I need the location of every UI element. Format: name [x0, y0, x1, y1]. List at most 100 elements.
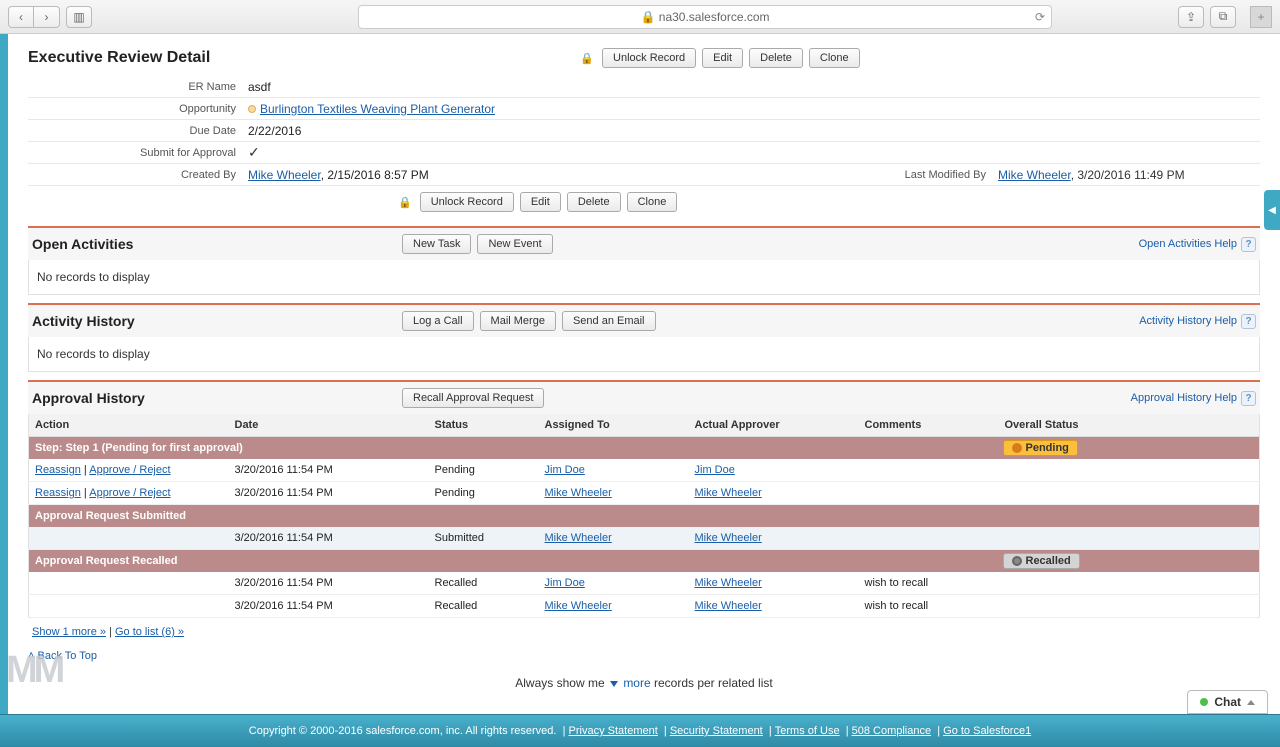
row-date: 3/20/2016 11:54 PM	[229, 572, 429, 595]
open-activities-section: Open Activities New Task New Event Open …	[28, 226, 1260, 295]
side-panel-toggle[interactable]	[1264, 190, 1280, 230]
help-icon[interactable]: ?	[1241, 391, 1256, 406]
recalled-badge: Recalled	[1003, 553, 1080, 569]
send-email-button[interactable]: Send an Email	[562, 311, 656, 331]
row-status: Recalled	[429, 572, 539, 595]
last-modified-date: , 3/20/2016 11:49 PM	[1071, 168, 1185, 182]
approver-link[interactable]: Jim Doe	[695, 464, 735, 476]
delete-button[interactable]: Delete	[567, 192, 621, 212]
row-status: Pending	[429, 482, 539, 505]
col-date: Date	[229, 414, 429, 437]
url-bar[interactable]: 🔒 na30.salesforce.com ⟳	[358, 5, 1052, 29]
open-activities-body: No records to display	[28, 260, 1260, 295]
row-comments	[859, 459, 999, 482]
col-approver: Actual Approver	[689, 414, 859, 437]
reassign-link[interactable]: Reassign	[35, 464, 81, 476]
assigned-link[interactable]: Mike Wheeler	[545, 532, 612, 544]
approve-reject-link[interactable]: Approve / Reject	[89, 464, 170, 476]
approval-group-header: Step: Step 1 (Pending for first approval…	[29, 437, 999, 460]
col-comments: Comments	[859, 414, 999, 437]
assigned-link[interactable]: Mike Wheeler	[545, 600, 612, 612]
unlock-record-button[interactable]: Unlock Record	[420, 192, 514, 212]
page-title: Executive Review Detail	[28, 49, 210, 67]
delete-button[interactable]: Delete	[749, 48, 803, 68]
col-overall: Overall Status	[999, 414, 1260, 437]
checkmark-icon: ✓	[248, 144, 260, 160]
unlock-record-button[interactable]: Unlock Record	[602, 48, 696, 68]
section-title: Activity History	[32, 313, 402, 329]
table-row: 3/20/2016 11:54 PM Recalled Mike Wheeler…	[29, 595, 1260, 618]
detail-fields: ER Name asdf Opportunity Burlington Text…	[28, 76, 1260, 186]
footer-link[interactable]: 508 Compliance	[852, 725, 932, 737]
chevron-up-icon	[1247, 700, 1255, 705]
approver-link[interactable]: Mike Wheeler	[695, 487, 762, 499]
reload-icon[interactable]: ⟳	[1035, 10, 1045, 24]
back-button[interactable]: ‹	[8, 6, 34, 28]
lock-icon: 🔒	[580, 52, 594, 65]
row-status: Pending	[429, 459, 539, 482]
table-row: 3/20/2016 11:54 PM Recalled Jim Doe Mike…	[29, 572, 1260, 595]
col-assigned: Assigned To	[539, 414, 689, 437]
approval-group-header: Approval Request Submitted	[29, 505, 1260, 528]
tabs-icon[interactable]: ⧉	[1210, 6, 1236, 28]
clone-button[interactable]: Clone	[809, 48, 860, 68]
new-tab-button[interactable]: +	[1250, 6, 1272, 28]
go-to-list-link[interactable]: Go to list (6) »	[115, 626, 184, 638]
approver-link[interactable]: Mike Wheeler	[695, 532, 762, 544]
show-more-link[interactable]: Show 1 more »	[32, 626, 106, 638]
reassign-link[interactable]: Reassign	[35, 487, 81, 499]
clone-button[interactable]: Clone	[627, 192, 678, 212]
approval-footer: Show 1 more » | Go to list (6) »	[28, 618, 1260, 646]
approval-history-help-link[interactable]: Approval History Help	[1131, 392, 1237, 404]
sidebar-toggle-icon[interactable]: ▥	[66, 6, 92, 28]
approver-link[interactable]: Mike Wheeler	[695, 577, 762, 589]
chat-button[interactable]: Chat	[1187, 690, 1268, 714]
edit-button[interactable]: Edit	[702, 48, 743, 68]
recall-approval-button[interactable]: Recall Approval Request	[402, 388, 544, 408]
row-comments: wish to recall	[859, 572, 999, 595]
detail-buttons-bottom: 🔒 Unlock Record Edit Delete Clone	[398, 186, 1260, 218]
log-call-button[interactable]: Log a Call	[402, 311, 474, 331]
assigned-link[interactable]: Jim Doe	[545, 464, 585, 476]
share-icon[interactable]: ⇪	[1178, 6, 1204, 28]
row-status: Recalled	[429, 595, 539, 618]
chevron-down-icon[interactable]	[610, 681, 618, 687]
approval-group-header: Approval Request Recalled	[29, 550, 999, 573]
er-name-value: asdf	[248, 80, 1260, 94]
field-label: Created By	[28, 169, 248, 181]
footer-link[interactable]: Go to Salesforce1	[943, 725, 1031, 737]
footer-link[interactable]: Security Statement	[670, 725, 763, 737]
field-label: Last Modified By	[828, 169, 998, 181]
opportunity-link[interactable]: Burlington Textiles Weaving Plant Genera…	[260, 102, 495, 116]
open-activities-help-link[interactable]: Open Activities Help	[1139, 238, 1237, 250]
row-date: 3/20/2016 11:54 PM	[229, 459, 429, 482]
approve-reject-link[interactable]: Approve / Reject	[89, 487, 170, 499]
assigned-link[interactable]: Mike Wheeler	[545, 487, 612, 499]
new-task-button[interactable]: New Task	[402, 234, 471, 254]
created-by-link[interactable]: Mike Wheeler	[248, 168, 321, 182]
page-footer: Copyright © 2000-2016 salesforce.com, in…	[0, 714, 1280, 747]
opportunity-icon	[248, 105, 256, 113]
footer-link[interactable]: Terms of Use	[775, 725, 840, 737]
section-title: Open Activities	[32, 236, 402, 252]
row-date: 3/20/2016 11:54 PM	[229, 482, 429, 505]
help-icon[interactable]: ?	[1241, 237, 1256, 252]
last-modified-link[interactable]: Mike Wheeler	[998, 168, 1071, 182]
activity-history-help-link[interactable]: Activity History Help	[1139, 315, 1237, 327]
assigned-link[interactable]: Jim Doe	[545, 577, 585, 589]
row-comments: wish to recall	[859, 595, 999, 618]
field-label: Submit for Approval	[28, 147, 248, 159]
help-icon[interactable]: ?	[1241, 314, 1256, 329]
more-link[interactable]: more	[623, 676, 650, 690]
detail-header: Executive Review Detail 🔒 Unlock Record …	[28, 42, 1260, 72]
approver-link[interactable]: Mike Wheeler	[695, 600, 762, 612]
mail-merge-button[interactable]: Mail Merge	[480, 311, 556, 331]
edit-button[interactable]: Edit	[520, 192, 561, 212]
row-date: 3/20/2016 11:54 PM	[229, 527, 429, 550]
forward-button[interactable]: ›	[34, 6, 60, 28]
created-by-date: , 2/15/2016 8:57 PM	[321, 168, 429, 182]
watermark: MM	[6, 649, 61, 692]
new-event-button[interactable]: New Event	[477, 234, 552, 254]
footer-link[interactable]: Privacy Statement	[569, 725, 658, 737]
url-text: na30.salesforce.com	[659, 10, 770, 24]
